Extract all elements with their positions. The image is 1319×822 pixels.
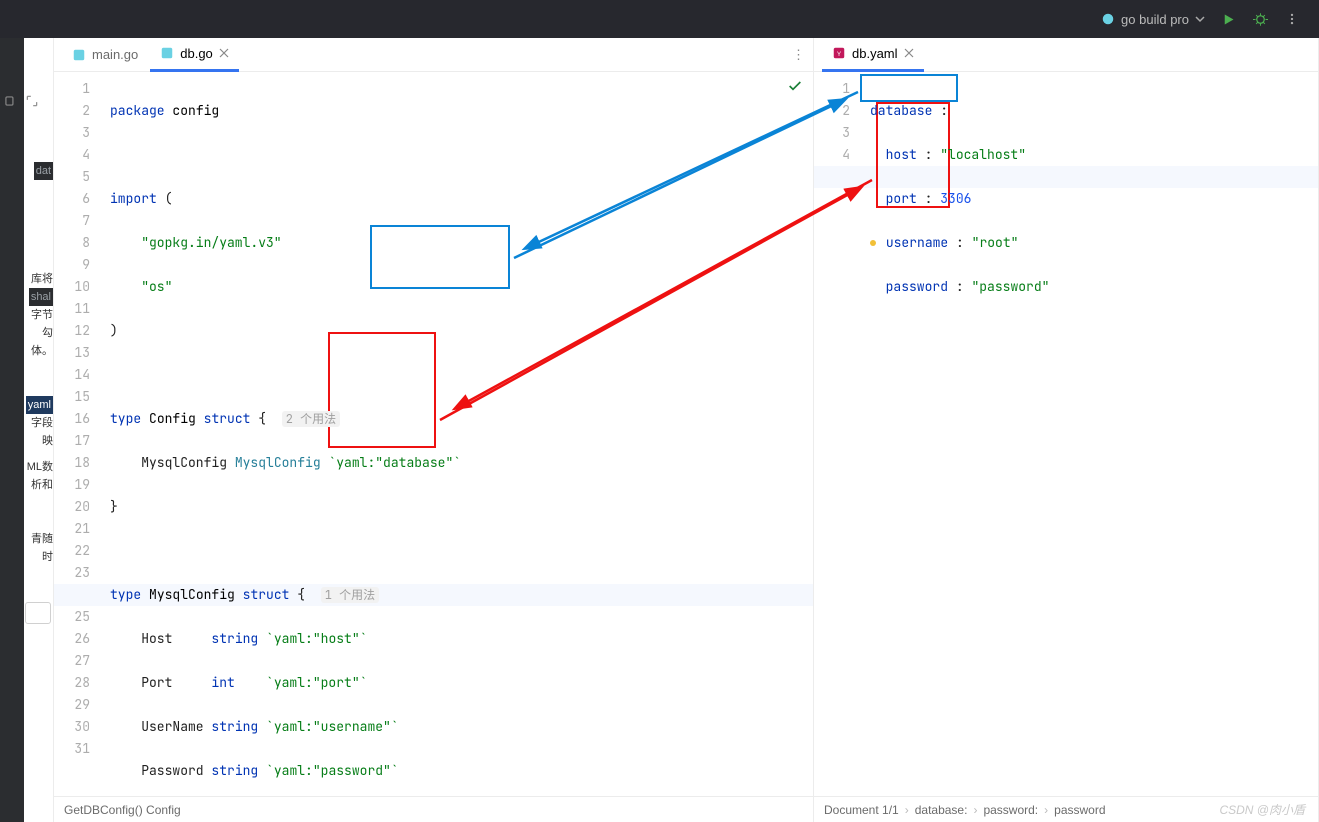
breadcrumb[interactable]: database:: [915, 803, 968, 817]
warning-icon: [870, 240, 876, 246]
code-content[interactable]: package config import ( "gopkg.in/yaml.v…: [102, 72, 813, 796]
yaml-file-icon: Y: [832, 46, 846, 60]
tab-db-go[interactable]: db.go: [150, 38, 239, 72]
editor-pane-yaml: Y db.yaml 12345 database : host : "local…: [814, 38, 1319, 822]
tab-overflow-icon[interactable]: ⋮: [792, 47, 805, 63]
inspection-ok-icon: [787, 78, 803, 94]
expand-icon[interactable]: [25, 94, 39, 108]
watermark: CSDN @肉小盾: [1219, 801, 1305, 818]
yaml-content[interactable]: database : host : "localhost" port : 330…: [862, 72, 1318, 796]
svg-text:Y: Y: [837, 51, 842, 58]
tab-bar-right: Y db.yaml: [814, 38, 1318, 72]
close-icon[interactable]: [904, 48, 914, 58]
side-hl-yaml: yaml: [26, 396, 53, 414]
side-hl: shal: [29, 288, 53, 306]
tool-strip: [0, 38, 24, 822]
tab-main-go[interactable]: main.go: [62, 38, 148, 72]
gopher-icon: [1101, 12, 1115, 26]
more-icon[interactable]: [1283, 10, 1301, 28]
go-file-icon: [160, 46, 174, 60]
side-text-panel: dat · 库将 shal 字节 勾体。 yaml 字段映 ML数 析和 青随时: [24, 38, 54, 822]
chevron-down-icon: [1195, 14, 1205, 24]
side-line: 析和: [24, 476, 53, 494]
side-line: 字段映: [24, 414, 53, 450]
run-button[interactable]: [1219, 10, 1237, 28]
top-bar: go build pro: [0, 0, 1319, 38]
run-config-selector[interactable]: go build pro: [1101, 12, 1205, 27]
breadcrumb[interactable]: GetDBConfig() Config: [64, 803, 181, 817]
side-line: ML数: [24, 458, 53, 476]
run-config-label: go build pro: [1121, 12, 1189, 27]
breadcrumb[interactable]: password: [1054, 803, 1105, 817]
breadcrumb[interactable]: password:: [983, 803, 1038, 817]
editor-pane-go: main.go db.go ⋮ 123456789101112131415161…: [54, 38, 814, 822]
tab-label: db.yaml: [852, 46, 898, 61]
side-hl: dat: [34, 162, 53, 180]
workspace: dat · 库将 shal 字节 勾体。 yaml 字段映 ML数 析和 青随时: [0, 38, 1319, 822]
code-area-yaml[interactable]: 12345 database : host : "localhost" port…: [814, 72, 1318, 796]
side-line: 勾体。: [24, 324, 53, 360]
side-line: 字节: [24, 306, 53, 324]
debug-button[interactable]: [1251, 10, 1269, 28]
corner-icons: [3, 94, 47, 108]
go-file-icon: [72, 48, 86, 62]
breadcrumb-bar-left: GetDBConfig() Config: [54, 796, 813, 822]
tab-db-yaml[interactable]: Y db.yaml: [822, 38, 924, 72]
close-icon[interactable]: [219, 48, 229, 58]
code-area-go[interactable]: 1234567891011121314151617181920212223242…: [54, 72, 813, 796]
side-input[interactable]: [25, 602, 51, 624]
tab-label: db.go: [180, 46, 213, 61]
side-line: 库将: [24, 270, 53, 288]
tab-label: main.go: [92, 47, 138, 62]
side-line: 青随时: [24, 530, 53, 566]
copy-icon[interactable]: [3, 94, 17, 108]
gutter: 1234567891011121314151617181920212223242…: [54, 72, 102, 796]
tab-bar-left: main.go db.go ⋮: [54, 38, 813, 72]
doc-position: Document 1/1: [824, 803, 899, 817]
